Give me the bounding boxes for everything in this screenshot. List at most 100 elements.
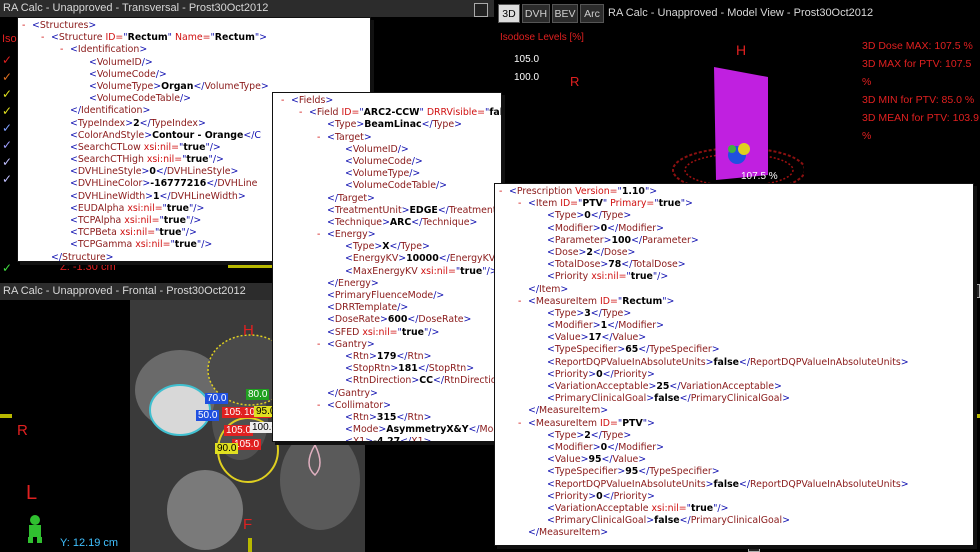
structure-check[interactable]: ✓	[2, 53, 16, 70]
xml-token: <	[345, 375, 353, 387]
scroll-button[interactable]	[474, 3, 488, 17]
xml-token: Modifier	[554, 320, 593, 332]
tab-3d[interactable]: 3D	[498, 4, 520, 23]
xml-token: Value	[554, 454, 581, 466]
xml-line: <Rtn>179</Rtn>	[273, 351, 501, 363]
xml-token: <	[327, 131, 335, 143]
prescription-xml-panel[interactable]: - <Prescription Version="1.10"> - <Item ID=…	[494, 183, 974, 546]
xml-token: <	[327, 326, 335, 338]
xml-token: >	[369, 350, 377, 362]
xml-token: MeasureItem	[539, 405, 601, 417]
transversal-title: RA Calc - Unapproved - Transversal - Pro…	[3, 2, 269, 14]
xml-line: </Energy>	[273, 278, 501, 290]
xml-token: <	[547, 454, 555, 466]
structure-check[interactable]: ✓	[2, 138, 16, 155]
tab-dvh[interactable]: DVH	[522, 4, 550, 23]
xml-token: DVHLineWidth	[77, 190, 146, 202]
tab-arc[interactable]: Arc	[580, 4, 604, 23]
xml-line: <Type>2</Type>	[495, 430, 973, 442]
xml-line: <SFED xsi:nil="true"/>	[273, 327, 501, 339]
xml-collapse-toggle[interactable]: -	[317, 400, 327, 412]
xml-token: >	[325, 95, 334, 106]
xml-token: Field	[316, 107, 342, 119]
xml-token: VolumeCodeTable	[96, 93, 180, 105]
xml-token: VolumeCodeTable	[352, 180, 436, 192]
xml-token: >	[369, 411, 377, 423]
structure-check[interactable]: ✓	[2, 70, 16, 87]
xml-collapse-toggle[interactable]: -	[41, 32, 51, 44]
xml-token: Value	[612, 332, 639, 344]
xml-collapse-toggle[interactable]: -	[22, 20, 32, 32]
xml-collapse-toggle[interactable]: -	[317, 132, 327, 144]
xml-line: <Type>3</Type>	[495, 308, 973, 320]
xml-token: </	[601, 332, 613, 344]
xml-token: ReportDQPValueInAbsoluteUnits	[554, 356, 706, 368]
xml-collapse-toggle[interactable]: -	[518, 296, 528, 308]
xml-token: DRRVisible=	[426, 107, 486, 119]
xml-token: <	[327, 314, 335, 326]
tab-bev[interactable]: BEV	[552, 4, 578, 23]
xml-token: ID=	[341, 107, 360, 119]
ptv-3d-model[interactable]	[664, 55, 804, 190]
xml-token: AsymmetryX&Y	[386, 424, 469, 436]
xml-token: >	[592, 441, 601, 453]
fields-xml-panel[interactable]: - <Fields> - <Field ID="ARC2-CCW" DRRVisibl…	[272, 92, 502, 442]
xml-token: >	[125, 117, 134, 129]
xml-token: VolumeCode	[352, 155, 412, 167]
xml-collapse-toggle[interactable]: -	[518, 418, 528, 430]
xml-line: <VariationAcceptable>25</VariationAccept…	[495, 381, 973, 393]
xml-token: true	[630, 271, 653, 283]
xml-collapse-toggle[interactable]: -	[499, 186, 509, 198]
xml-token: >	[656, 320, 664, 332]
xml-token: <	[547, 502, 555, 514]
xml-token: "/>	[205, 141, 221, 153]
xml-line: <Value>17</Value>	[495, 332, 973, 344]
xml-token: >	[363, 131, 372, 143]
structure-check[interactable]: ✓	[2, 261, 12, 275]
structure-check[interactable]: ✓	[2, 155, 16, 172]
xml-token: >	[592, 222, 601, 234]
xml-token: TCPAlpha	[77, 215, 125, 226]
structure-check[interactable]: ✓	[2, 172, 16, 189]
xml-token: ID=	[600, 417, 618, 429]
xml-token: Parameter	[642, 234, 691, 246]
xml-collapse-toggle[interactable]: -	[518, 198, 528, 210]
xml-token: "/>	[185, 215, 202, 226]
xml-line: - <Energy>	[273, 229, 501, 241]
structure-check[interactable]: ✓	[2, 87, 16, 104]
xml-token: >	[638, 454, 647, 466]
xml-token: </	[602, 368, 614, 380]
xml-collapse-toggle[interactable]: -	[317, 339, 327, 351]
xml-token: VolumeCode	[96, 68, 156, 80]
xml-token: </	[607, 441, 619, 453]
xml-collapse-toggle[interactable]: -	[281, 95, 291, 107]
xml-token: 17	[588, 332, 602, 344]
xml-token: </	[638, 344, 650, 356]
xml-token: >	[379, 314, 388, 326]
xml-line: <TreatmentUnit>EDGE</Treatment	[273, 205, 501, 217]
xml-collapse-toggle[interactable]: -	[317, 229, 327, 241]
xml-token: >	[105, 251, 114, 262]
xml-line: <StopRtn>181</StopRtn>	[273, 363, 501, 375]
xml-token: Energy	[334, 229, 368, 241]
structure-check[interactable]: ✓	[2, 121, 16, 138]
xml-token: <	[528, 295, 536, 307]
xml-token: Modifier	[618, 441, 657, 453]
dose-stat: 3D Dose MAX: 107.5 %	[862, 40, 973, 52]
xml-collapse-toggle[interactable]: -	[60, 44, 70, 56]
xml-token: >	[423, 350, 432, 362]
xml-token: <	[547, 234, 555, 246]
xml-token: "/>	[189, 202, 205, 214]
xml-token: </	[679, 393, 691, 405]
xml-token: 181	[398, 363, 418, 375]
model-pct-label: 107.5 %	[741, 171, 778, 182]
xml-token: >	[647, 368, 655, 380]
xml-token: >	[197, 117, 206, 129]
xml-collapse-toggle[interactable]: -	[299, 107, 309, 119]
xml-token: />	[411, 155, 423, 167]
xml-token: TreatmentUnit	[334, 204, 402, 216]
structure-check[interactable]: ✓	[2, 104, 16, 121]
xml-token: </	[437, 204, 449, 216]
xml-token: <	[70, 190, 78, 202]
xml-token: <	[547, 490, 555, 502]
